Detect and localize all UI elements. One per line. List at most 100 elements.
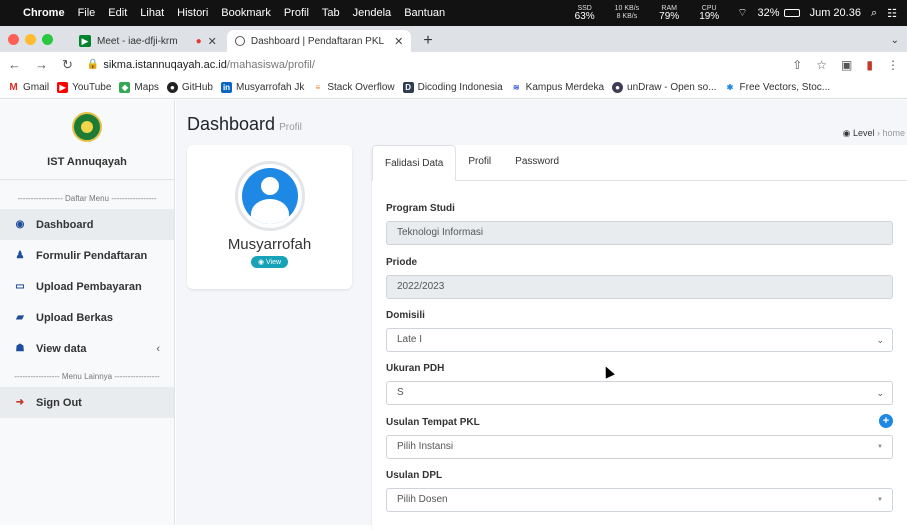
field-usulan-dpl: Usulan DPL Pilih Dosen ▼ — [386, 470, 893, 512]
tab-search-icon[interactable]: ⌄ — [891, 30, 899, 52]
sidebar-item-view-data[interactable]: ☗ View data ‹ — [0, 333, 174, 364]
back-icon[interactable]: ← — [8, 57, 21, 72]
breadcrumb-home[interactable]: home — [882, 128, 905, 138]
chevron-down-icon: ⌄ — [876, 388, 884, 398]
bookmark-undraw[interactable]: ● unDraw - Open so... — [612, 82, 717, 93]
extension-icon[interactable]: ▮ — [866, 58, 873, 72]
menu-chrome[interactable]: Chrome — [23, 7, 65, 19]
bookmark-star-icon[interactable]: ☆ — [816, 58, 827, 72]
sidebar-item-upload-pembayaran[interactable]: ▭ Upload Pembayaran — [0, 271, 174, 302]
menu-edit[interactable]: Edit — [108, 7, 127, 19]
gmail-icon: M — [9, 82, 18, 93]
sidebar-toggle-icon[interactable]: ▣ — [841, 58, 852, 72]
kampus-merdeka-icon: ≋ — [512, 83, 520, 92]
priode-input[interactable]: 2022/2023 — [386, 275, 893, 299]
field-label: Program Studi — [386, 203, 455, 214]
lock-icon[interactable]: 🔒 — [87, 59, 99, 70]
field-label: Domisili — [386, 310, 425, 321]
ssd-stat: SSD 63% — [574, 4, 595, 22]
sidebar-item-formulir[interactable]: ♟ Formulir Pendaftaran — [0, 240, 174, 271]
menu-file[interactable]: File — [78, 7, 96, 19]
tab-recording[interactable]: ● ✕ — [190, 30, 223, 52]
sidebar-brand[interactable]: IST Annuqayah — [0, 100, 174, 180]
program-studi-input[interactable]: Teknologi Informasi — [386, 221, 893, 245]
caret-down-icon: ▼ — [877, 497, 883, 503]
field-label: Priode — [386, 257, 418, 268]
breadcrumb-level[interactable]: Level — [853, 128, 875, 138]
menu-profile[interactable]: Profil — [284, 7, 309, 19]
url-field[interactable]: sikma.istannuqayah.ac.id/mahasiswa/profi… — [103, 59, 315, 71]
zoom-window-button[interactable] — [42, 33, 53, 45]
search-icon[interactable]: ⌕ — [871, 7, 877, 20]
caret-down-icon: ▼ — [877, 444, 883, 450]
add-instansi-button[interactable]: + — [879, 414, 893, 428]
tab-meet[interactable]: ▶ Meet - iae-dfji-krm — [71, 30, 186, 52]
profile-name: Musyarrofah — [227, 236, 312, 253]
menu-bookmark[interactable]: Bookmark — [221, 7, 271, 19]
bookmark-dicoding[interactable]: D Dicoding Indonesia — [402, 82, 503, 93]
meet-icon: ▶ — [79, 35, 91, 47]
battery-percent[interactable]: 32% — [758, 7, 780, 19]
clock[interactable]: Jum 20.36 — [810, 7, 861, 19]
chevron-down-icon: ⌄ — [876, 335, 884, 345]
new-tab-button[interactable]: + — [423, 30, 432, 52]
battery-icon[interactable] — [783, 9, 800, 17]
github-icon: ● — [166, 82, 178, 93]
bookmarks-bar: M Gmail ▶ YouTube ◆ Maps ● GitHub in Musyarro… — [0, 77, 907, 99]
control-center-icon[interactable]: ☷ — [887, 7, 897, 20]
close-tab-icon[interactable]: ✕ — [208, 35, 217, 48]
sidebar-item-signout[interactable]: ➜ Sign Out — [0, 387, 174, 418]
sidebar-item-label: Formulir Pendaftaran — [36, 249, 148, 262]
bookmark-kampus-merdeka[interactable]: ≋ Kampus Merdeka — [511, 82, 604, 93]
sidebar-item-label: View data — [36, 342, 87, 355]
undraw-icon: ● — [612, 82, 624, 93]
sidebar-item-label: Sign Out — [36, 396, 82, 409]
close-window-button[interactable] — [8, 33, 19, 45]
ram-stat: RAM 79% — [659, 4, 680, 22]
view-profile-button[interactable]: ◉ View — [250, 256, 289, 268]
sidebar: IST Annuqayah ----------------- Daftar M… — [0, 100, 175, 525]
tab-dashboard[interactable]: Dashboard | Pendaftaran PKL ✕ — [226, 30, 412, 52]
reload-icon[interactable]: ↻ — [62, 57, 73, 73]
tab-profil[interactable]: Profil — [456, 144, 503, 180]
menu-view[interactable]: Lihat — [140, 7, 164, 19]
menu-help[interactable]: Bantuan — [404, 7, 445, 19]
bookmark-gmail[interactable]: M Gmail — [8, 82, 49, 93]
usulan-dpl-select[interactable]: Pilih Dosen ▼ — [386, 488, 893, 512]
more-menu-icon[interactable]: ⋮ — [887, 58, 899, 72]
wifi-icon[interactable]: ⌔ — [737, 6, 747, 20]
field-ukuran-pdh: Ukuran PDH S ⌄ — [386, 363, 893, 405]
close-tab-icon[interactable]: ✕ — [394, 35, 403, 48]
forward-icon[interactable]: → — [35, 57, 48, 72]
tab-password[interactable]: Password — [503, 144, 571, 180]
minimize-window-button[interactable] — [25, 33, 36, 45]
bookmark-stackoverflow[interactable]: ≡ Stack Overflow — [312, 82, 395, 93]
sidebar-item-label: Upload Berkas — [36, 311, 114, 324]
menu-history[interactable]: Histori — [177, 7, 208, 19]
domisili-select[interactable]: Late I ⌄ — [386, 328, 893, 352]
field-domisili: Domisili Late I ⌄ — [386, 310, 893, 352]
browser-tab-bar: ▶ Meet - iae-dfji-krm ● ✕ Dashboard | Pe… — [0, 26, 907, 52]
avatar — [234, 161, 305, 231]
user-icon: ♟ — [15, 250, 25, 261]
ukuran-pdh-select[interactable]: S ⌄ — [386, 381, 893, 405]
bookmark-youtube[interactable]: ▶ YouTube — [57, 82, 111, 93]
menu-window[interactable]: Jendela — [353, 7, 392, 19]
net-stat: 10 KB/s 8 KB/s — [614, 5, 640, 20]
usulan-tempat-select[interactable]: Pilih Instansi ▼ — [386, 435, 893, 459]
brand-name: IST Annuqayah — [47, 156, 127, 168]
bookmark-maps[interactable]: ◆ Maps — [119, 82, 159, 93]
bookmark-freevectors[interactable]: ✱ Free Vectors, Stoc... — [725, 82, 830, 93]
menu-tab[interactable]: Tab — [322, 7, 340, 19]
stackoverflow-icon: ≡ — [315, 83, 321, 92]
bookmark-linkedin[interactable]: in Musyarrofah Jk — [221, 82, 304, 93]
field-priode: Priode 2022/2023 — [386, 257, 893, 299]
tab-falidasi-data[interactable]: Falidasi Data — [372, 145, 457, 181]
book-icon: ▰ — [16, 312, 24, 323]
sidebar-item-upload-berkas[interactable]: ▰ Upload Berkas — [0, 302, 174, 333]
share-icon[interactable]: ⇧ — [792, 58, 802, 72]
globe-icon — [234, 36, 245, 46]
os-menu-bar: Chrome File Edit Lihat Histori Bookmark … — [0, 0, 907, 26]
bookmark-github[interactable]: ● GitHub — [166, 82, 213, 93]
sidebar-item-dashboard[interactable]: ◉ Dashboard — [0, 209, 174, 240]
